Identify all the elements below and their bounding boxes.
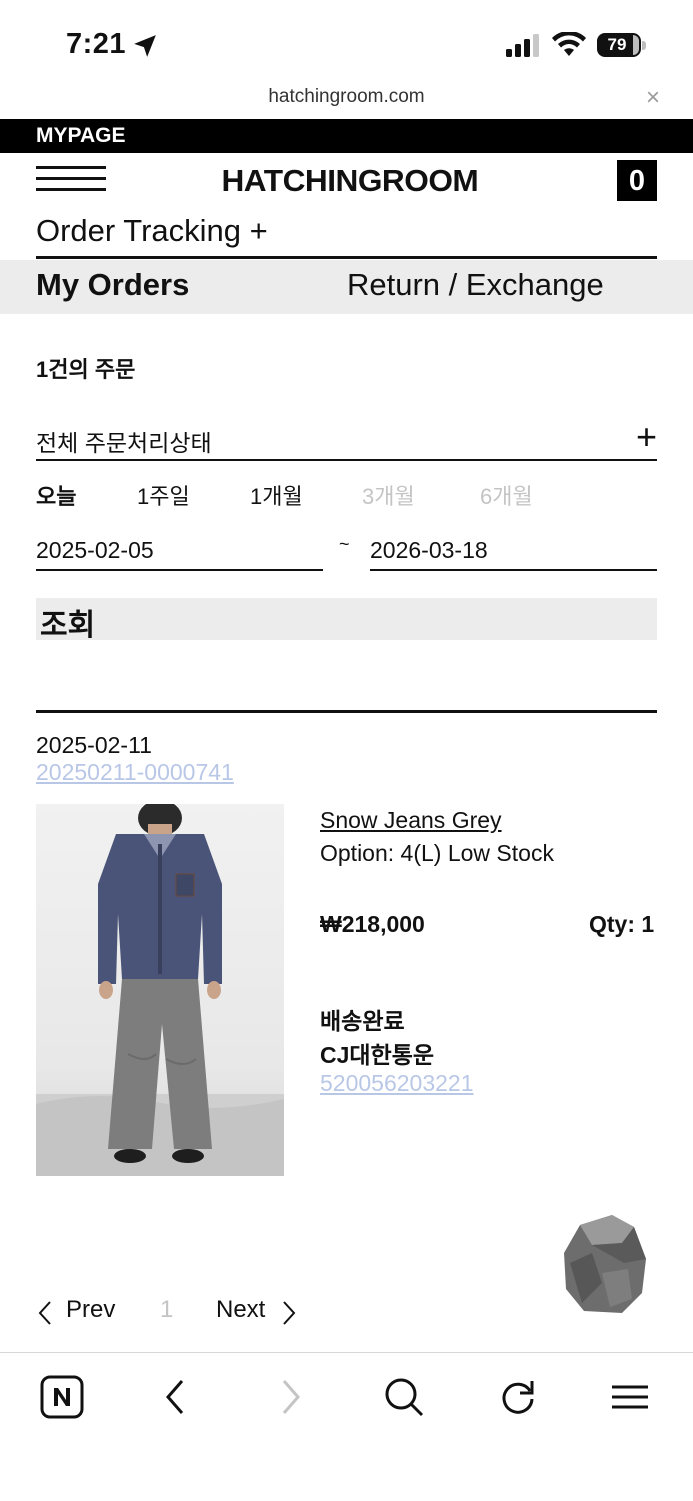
product-image[interactable]: [36, 804, 284, 1176]
product-price: ₩218,000: [320, 911, 425, 937]
date-from-value: 2025-02-05: [36, 537, 154, 563]
rock-widget-icon[interactable]: [562, 1213, 648, 1315]
brand-logo[interactable]: HATCHINGROOM: [221, 163, 478, 199]
order-date: 2025-02-11: [36, 732, 152, 758]
product-qty: Qty: 1: [589, 911, 655, 937]
forward-icon[interactable]: [268, 1375, 312, 1419]
search-button[interactable]: 조회: [36, 598, 657, 642]
back-icon[interactable]: [154, 1375, 198, 1419]
battery-icon: 79: [597, 33, 647, 59]
date-to-field[interactable]: 2026-03-18: [370, 536, 657, 571]
date-to-value: 2026-03-18: [370, 537, 488, 563]
order-status-value: 전체 주문처리상태: [36, 430, 212, 456]
close-icon[interactable]: ×: [646, 84, 660, 112]
divider: [36, 256, 657, 259]
chevron-left-icon[interactable]: [36, 1300, 54, 1326]
address-bar-url[interactable]: hatchingroom.com: [0, 86, 693, 108]
order-status-select[interactable]: 전체 주문처리상태 +: [36, 416, 657, 461]
search-icon[interactable]: [382, 1375, 426, 1419]
mypage-label[interactable]: MYPAGE: [36, 124, 125, 148]
menu-icon[interactable]: [608, 1375, 652, 1419]
pagination-page[interactable]: 1: [160, 1296, 173, 1324]
product-name-link[interactable]: Snow Jeans Grey: [320, 807, 502, 834]
chevron-right-icon[interactable]: [280, 1300, 298, 1326]
location-arrow-icon: [134, 35, 156, 57]
wifi-icon: [552, 32, 586, 56]
period-1week[interactable]: 1주일: [137, 479, 190, 511]
naver-icon[interactable]: [40, 1375, 84, 1419]
browser-toolbar: [0, 1352, 693, 1501]
order-number-link[interactable]: 20250211-0000741: [36, 759, 234, 786]
product-option: Option: 4(L) Low Stock: [320, 840, 554, 866]
shipping-status: 배송완료: [320, 1008, 405, 1034]
plus-icon[interactable]: +: [636, 416, 657, 458]
divider: [36, 710, 657, 713]
order-count: 1건의 주문: [36, 357, 136, 382]
tab-my-orders[interactable]: My Orders: [36, 267, 189, 303]
period-3months[interactable]: 3개월: [362, 479, 415, 511]
date-from-field[interactable]: 2025-02-05: [36, 536, 323, 571]
mypage-bar: MYPAGE: [0, 119, 693, 153]
status-time: 7:21: [66, 28, 127, 60]
search-button-label: 조회: [40, 609, 96, 642]
pagination-prev[interactable]: Prev: [66, 1296, 115, 1324]
battery-level: 79: [607, 35, 627, 54]
period-1month[interactable]: 1개월: [250, 479, 303, 511]
tracking-number-link[interactable]: 520056203221: [320, 1070, 474, 1097]
order-tracking-toggle[interactable]: Order Tracking +: [36, 213, 268, 249]
date-separator: ~: [339, 534, 350, 554]
hamburger-menu-icon[interactable]: [36, 166, 106, 192]
period-today[interactable]: 오늘: [36, 479, 76, 511]
cellular-signal-icon: [506, 34, 539, 57]
pagination-next[interactable]: Next: [216, 1296, 265, 1324]
period-6months[interactable]: 6개월: [480, 479, 533, 511]
tab-return-exchange[interactable]: Return / Exchange: [347, 267, 604, 303]
cart-count-button[interactable]: 0: [617, 160, 657, 201]
reload-icon[interactable]: [496, 1375, 540, 1419]
shipping-carrier: CJ대한통운: [320, 1042, 435, 1068]
